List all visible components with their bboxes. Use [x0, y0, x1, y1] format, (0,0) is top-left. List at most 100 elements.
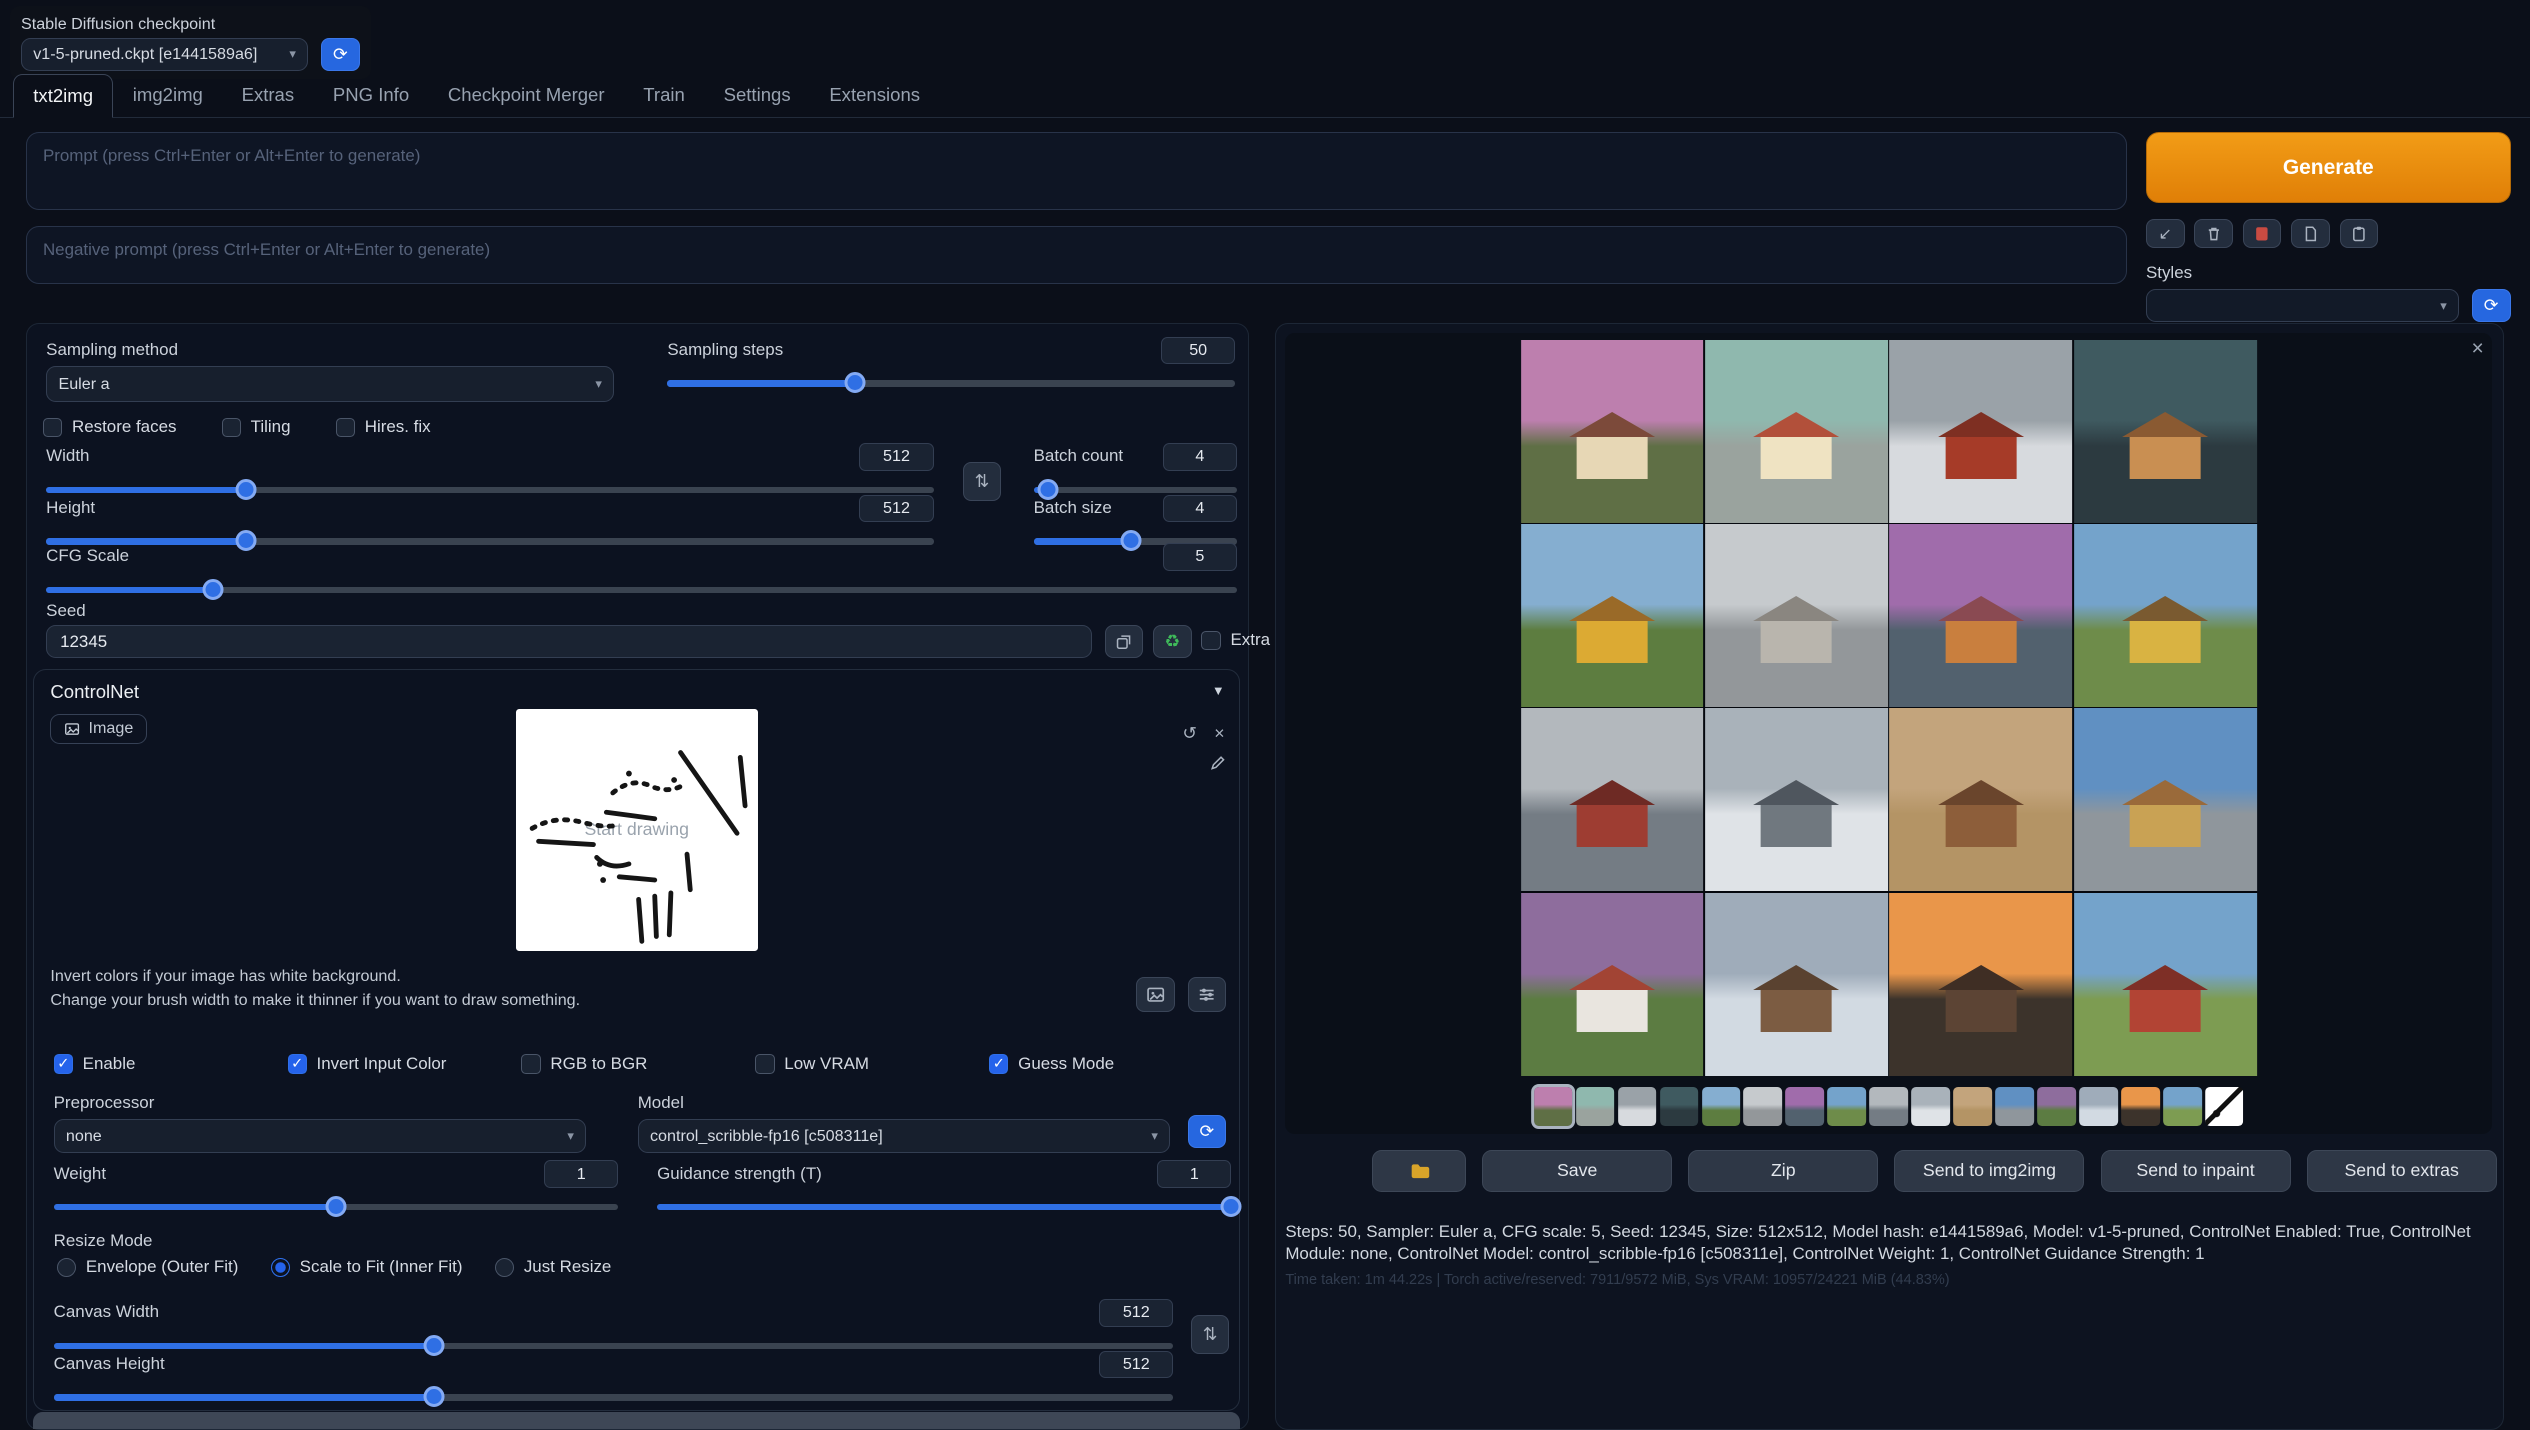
- checkpoint-dropdown[interactable]: v1-5-pruned.ckpt [e1441589a6] ▾: [21, 38, 308, 70]
- width-value[interactable]: 512: [859, 443, 933, 470]
- resize-scale-to-fit-radio[interactable]: Scale to Fit (Inner Fit): [271, 1257, 463, 1277]
- gallery-image[interactable]: [1521, 708, 1704, 891]
- brush-icon[interactable]: [1209, 754, 1227, 772]
- open-folder-button[interactable]: [1372, 1150, 1466, 1192]
- thumbnail-control-map[interactable]: [2205, 1087, 2244, 1126]
- save-button[interactable]: Save: [1482, 1150, 1672, 1192]
- styles-dropdown[interactable]: ▾: [2146, 289, 2459, 321]
- tab-txt2img[interactable]: txt2img: [13, 74, 114, 118]
- model-dropdown[interactable]: control_scribble-fp16 [c508311e] ▾: [638, 1119, 1170, 1153]
- guess-mode-checkbox[interactable]: Guess Mode: [989, 1054, 1223, 1074]
- gallery-image[interactable]: [2074, 893, 2257, 1076]
- gallery-image[interactable]: [1890, 340, 2073, 523]
- prompt-input[interactable]: Prompt (press Ctrl+Enter or Alt+Enter to…: [26, 132, 2127, 209]
- canvas-height-value[interactable]: 512: [1099, 1351, 1173, 1378]
- save-style-button[interactable]: [2340, 219, 2379, 248]
- thumbnail[interactable]: [1869, 1087, 1908, 1126]
- thumbnail[interactable]: [2079, 1087, 2118, 1126]
- collapse-caret-icon[interactable]: ▼: [1212, 683, 1225, 698]
- height-value[interactable]: 512: [859, 495, 933, 522]
- upload-image-button[interactable]: [1136, 977, 1175, 1012]
- gallery-image[interactable]: [1705, 524, 1888, 707]
- gallery-image[interactable]: [1705, 340, 1888, 523]
- thumbnail[interactable]: [1911, 1087, 1950, 1126]
- tab-img2img[interactable]: img2img: [113, 74, 222, 117]
- preprocessor-dropdown[interactable]: none ▾: [54, 1119, 586, 1153]
- tab-train[interactable]: Train: [624, 74, 704, 117]
- script-section-collapsed[interactable]: [33, 1412, 1240, 1428]
- generate-button[interactable]: Generate: [2146, 132, 2511, 203]
- gallery-image[interactable]: [1705, 708, 1888, 891]
- gallery-image[interactable]: [1890, 893, 2073, 1076]
- canvas-width-slider[interactable]: [54, 1335, 1174, 1356]
- apply-style-button[interactable]: [2291, 219, 2330, 248]
- controlnet-title[interactable]: ControlNet: [50, 681, 139, 703]
- swap-width-height-button[interactable]: ⇅: [963, 462, 1002, 501]
- tab-extensions[interactable]: Extensions: [810, 74, 939, 117]
- canvas-width-value[interactable]: 512: [1099, 1299, 1173, 1326]
- thumbnail[interactable]: [2121, 1087, 2160, 1126]
- thumbnail[interactable]: [2037, 1087, 2076, 1126]
- paste-params-button[interactable]: ↙: [2146, 219, 2185, 248]
- gallery-image[interactable]: [2074, 708, 2257, 891]
- random-seed-button[interactable]: [1105, 625, 1144, 657]
- refresh-checkpoints-button[interactable]: ⟳: [321, 38, 360, 70]
- gallery-image[interactable]: [2074, 524, 2257, 707]
- negative-prompt-input[interactable]: Negative prompt (press Ctrl+Enter or Alt…: [26, 226, 2127, 284]
- gallery-image[interactable]: [1521, 340, 1704, 523]
- thumbnail[interactable]: [2163, 1087, 2202, 1126]
- guidance-strength-slider[interactable]: [657, 1196, 1231, 1217]
- send-to-img2img-button[interactable]: Send to img2img: [1894, 1150, 2084, 1192]
- sampling-method-dropdown[interactable]: Euler a ▾: [46, 366, 614, 401]
- gallery-image[interactable]: [1705, 893, 1888, 1076]
- tab-png-info[interactable]: PNG Info: [314, 74, 429, 117]
- batch-count-value[interactable]: 4: [1163, 443, 1237, 470]
- thumbnail[interactable]: [1660, 1087, 1699, 1126]
- sampling-steps-slider[interactable]: [667, 372, 1235, 393]
- style-card-button[interactable]: [2243, 219, 2282, 248]
- tab-settings[interactable]: Settings: [704, 74, 810, 117]
- gallery-image[interactable]: [1890, 524, 2073, 707]
- thumbnail[interactable]: [1786, 1087, 1825, 1126]
- hires-fix-checkbox[interactable]: Hires. fix: [336, 417, 431, 437]
- seed-input[interactable]: 12345: [46, 625, 1092, 657]
- gallery-image[interactable]: [1521, 524, 1704, 707]
- canvas-height-slider[interactable]: [54, 1386, 1174, 1407]
- undo-icon[interactable]: ↺: [1182, 725, 1197, 743]
- width-slider[interactable]: [46, 479, 933, 500]
- tab-checkpoint-merger[interactable]: Checkpoint Merger: [429, 74, 624, 117]
- close-gallery-button[interactable]: ×: [2472, 337, 2484, 361]
- thumbnail[interactable]: [1534, 1087, 1573, 1126]
- tab-extras[interactable]: Extras: [222, 74, 313, 117]
- restore-faces-checkbox[interactable]: Restore faces: [43, 417, 177, 437]
- batch-size-value[interactable]: 4: [1163, 495, 1237, 522]
- thumbnail[interactable]: [1827, 1087, 1866, 1126]
- tiling-checkbox[interactable]: Tiling: [222, 417, 291, 437]
- send-to-inpaint-button[interactable]: Send to inpaint: [2101, 1150, 2291, 1192]
- thumbnail[interactable]: [1953, 1087, 1992, 1126]
- low-vram-checkbox[interactable]: Low VRAM: [755, 1054, 989, 1074]
- gallery-image[interactable]: [2074, 340, 2257, 523]
- send-to-extras-button[interactable]: Send to extras: [2307, 1150, 2497, 1192]
- thumbnail[interactable]: [1618, 1087, 1657, 1126]
- clear-canvas-icon[interactable]: ×: [1214, 725, 1224, 743]
- thumbnail[interactable]: [1576, 1087, 1615, 1126]
- thumbnail[interactable]: [1744, 1087, 1783, 1126]
- cfg-scale-slider[interactable]: [46, 579, 1237, 600]
- resize-just-resize-radio[interactable]: Just Resize: [495, 1257, 612, 1277]
- invert-input-color-checkbox[interactable]: Invert Input Color: [288, 1054, 522, 1074]
- controlnet-image-tab[interactable]: Image: [50, 714, 147, 745]
- refresh-models-button[interactable]: ⟳: [1188, 1115, 1227, 1147]
- swap-canvas-size-button[interactable]: ⇅: [1191, 1315, 1230, 1354]
- reuse-seed-button[interactable]: ♻: [1153, 625, 1192, 657]
- zip-button[interactable]: Zip: [1688, 1150, 1878, 1192]
- weight-slider[interactable]: [54, 1196, 619, 1217]
- rgb-to-bgr-checkbox[interactable]: RGB to BGR: [521, 1054, 755, 1074]
- controlnet-drawing-canvas[interactable]: Start drawing: [516, 709, 758, 951]
- guidance-strength-value[interactable]: 1: [1157, 1160, 1231, 1187]
- sampling-steps-value[interactable]: 50: [1161, 337, 1235, 364]
- weight-value[interactable]: 1: [544, 1160, 618, 1187]
- thumbnail[interactable]: [1702, 1087, 1741, 1126]
- gallery-image[interactable]: [1890, 708, 2073, 891]
- refresh-styles-button[interactable]: ⟳: [2472, 289, 2511, 321]
